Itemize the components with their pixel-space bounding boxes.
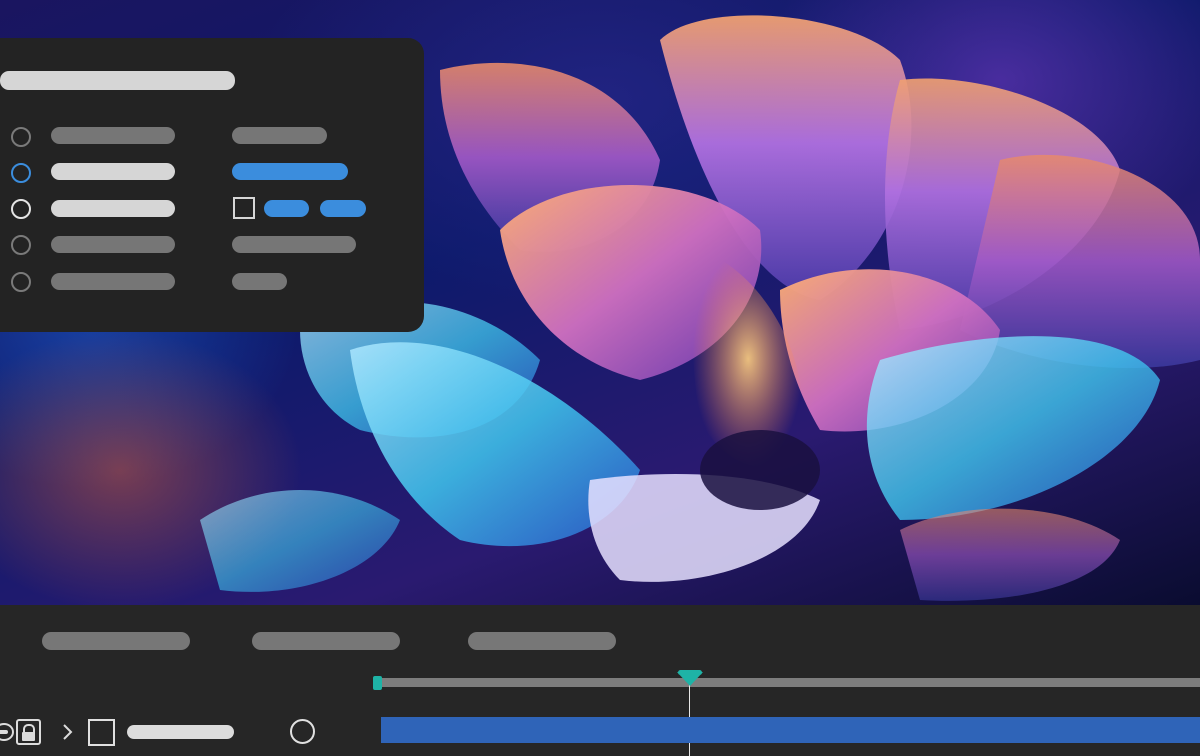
circle-icon[interactable] [290, 719, 315, 744]
row-label-1 [51, 127, 175, 144]
timeline-tab-2[interactable] [252, 632, 400, 650]
timeline-tab-1[interactable] [42, 632, 190, 650]
timeline-start-marker[interactable] [373, 676, 382, 690]
panel-title-bar [0, 71, 235, 90]
row-label-2 [51, 163, 175, 180]
chevron-right-icon[interactable] [60, 720, 76, 744]
timeline-tab-3[interactable] [468, 632, 616, 650]
row-label-4 [51, 236, 175, 253]
radio-option-2[interactable] [11, 163, 31, 183]
timeline-ruler[interactable] [378, 678, 1200, 687]
row-value-1[interactable] [232, 127, 327, 144]
row-chip-3b[interactable] [320, 200, 366, 217]
row-value-5[interactable] [232, 273, 287, 290]
square-icon[interactable] [88, 719, 115, 746]
timeline-clip[interactable] [381, 717, 1200, 743]
row-value-2[interactable] [232, 163, 348, 180]
radio-option-5[interactable] [11, 272, 31, 292]
radio-option-1[interactable] [11, 127, 31, 147]
row-chip-3a[interactable] [264, 200, 309, 217]
row-checkbox-3[interactable] [233, 197, 255, 219]
row-label-5 [51, 273, 175, 290]
playhead-marker-icon[interactable] [677, 672, 703, 686]
row-label-3 [51, 200, 175, 217]
row-value-4[interactable] [232, 236, 356, 253]
layer-name[interactable] [127, 725, 234, 739]
radio-option-4[interactable] [11, 235, 31, 255]
lock-icon[interactable] [16, 719, 41, 745]
radio-option-3[interactable] [11, 199, 31, 219]
properties-panel [0, 38, 424, 332]
